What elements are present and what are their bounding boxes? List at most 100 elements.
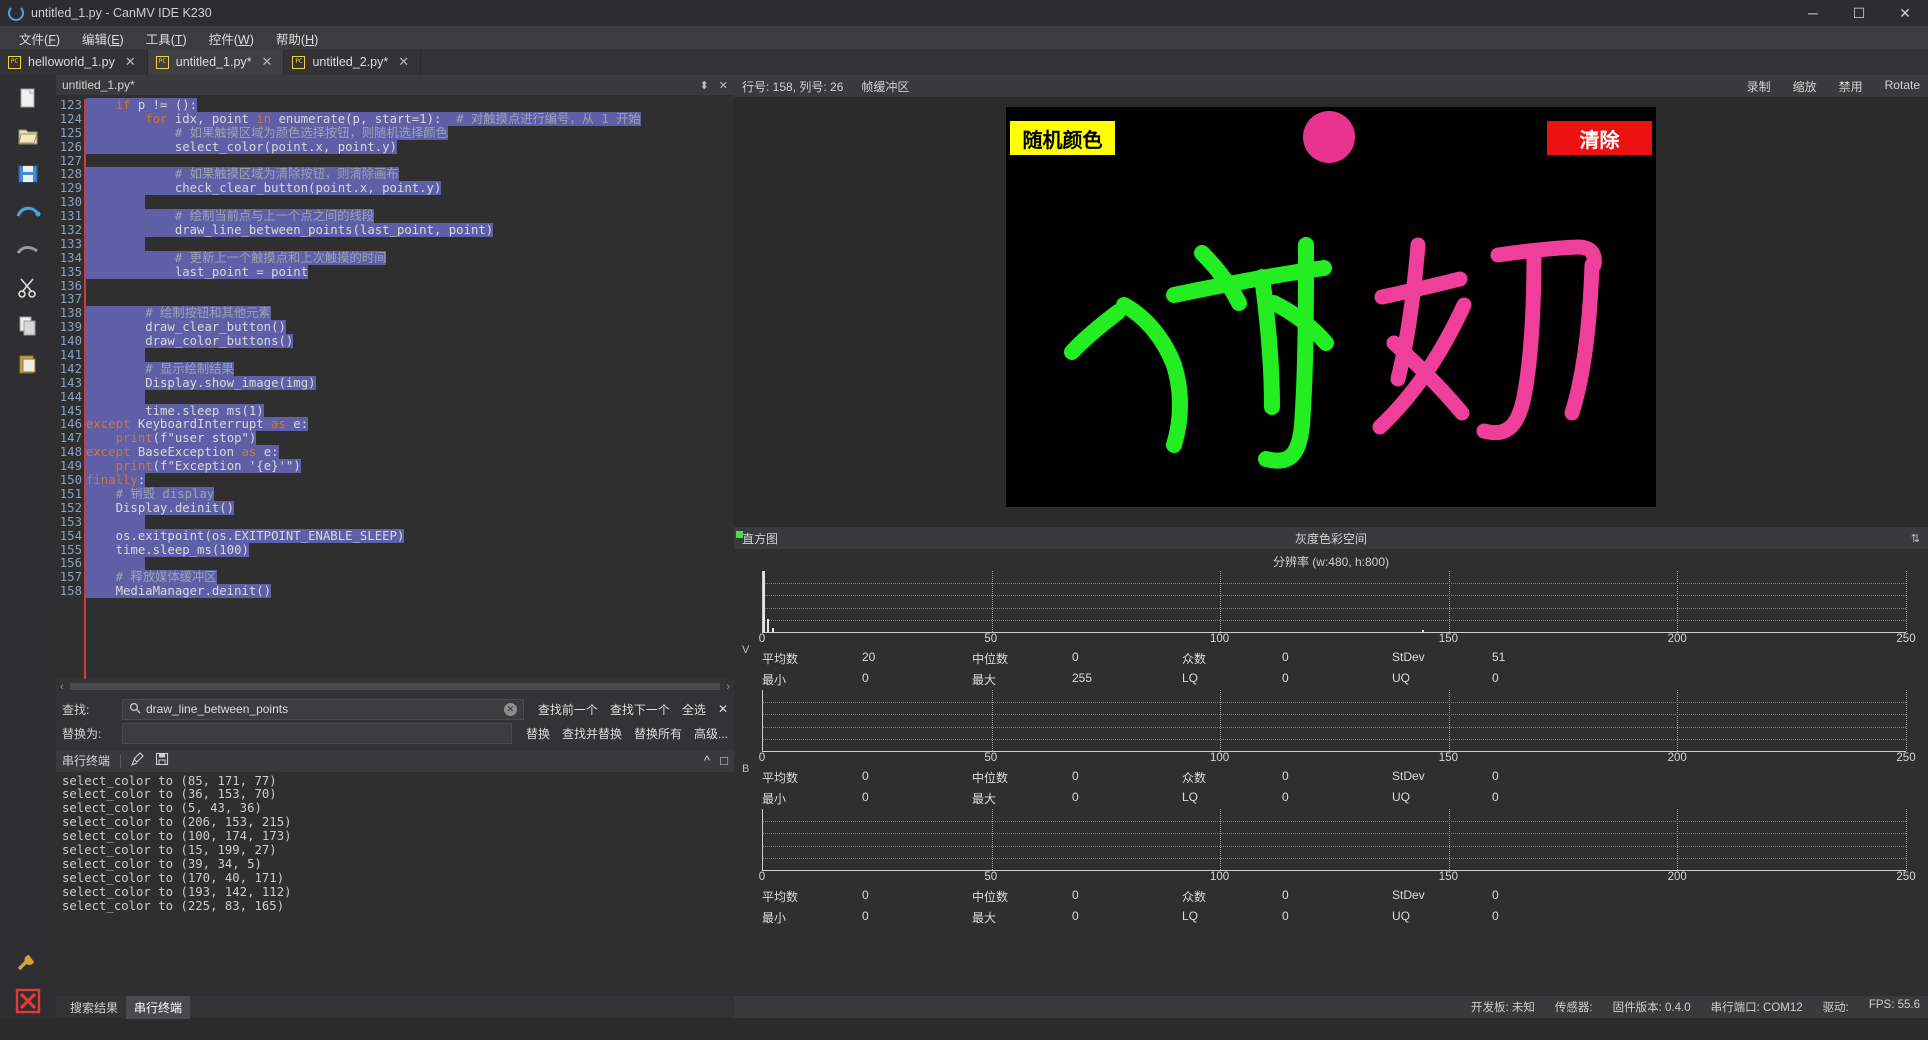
- split-vertical-icon[interactable]: ⬍: [700, 79, 709, 92]
- file-tab-close-icon[interactable]: ✕: [259, 54, 276, 70]
- tools-icon[interactable]: [8, 946, 48, 980]
- code-line[interactable]: draw_line_between_points(last_point, poi…: [86, 223, 734, 238]
- find-select-all-button[interactable]: 全选: [682, 701, 706, 718]
- code-line[interactable]: # 显示绘制结果: [86, 361, 734, 377]
- serial-terminal-output[interactable]: select_color to (85, 171, 77) select_colo…: [56, 771, 734, 996]
- cut-icon[interactable]: [8, 271, 48, 305]
- code-line[interactable]: time.sleep_ms(100): [86, 542, 734, 558]
- code-line[interactable]: # 如果触摸区域为颜色选择按钮，则随机选择颜色: [86, 125, 734, 141]
- replace-all-button[interactable]: 替换所有: [634, 725, 682, 742]
- minimize-button[interactable]: ─: [1790, 0, 1836, 26]
- stat-value: 51: [1492, 650, 1506, 664]
- line-number: 156: [59, 556, 82, 571]
- code-line[interactable]: # 销毁 display: [86, 486, 734, 502]
- code-line[interactable]: [86, 280, 734, 294]
- code-line[interactable]: [86, 514, 734, 530]
- close-button[interactable]: ✕: [1882, 0, 1928, 26]
- find-input[interactable]: draw_line_between_points ✕: [122, 698, 524, 720]
- save-file-icon[interactable]: [8, 157, 48, 191]
- disable-button[interactable]: 禁用: [1839, 78, 1863, 95]
- file-tab-close-icon[interactable]: ✕: [122, 54, 139, 70]
- menu-widgets[interactable]: 控件(W): [198, 27, 265, 50]
- code-line[interactable]: [86, 348, 734, 363]
- tab-serial-terminal[interactable]: 串行终端: [126, 995, 191, 1019]
- code-line[interactable]: # 释放媒体缓冲区: [86, 570, 734, 585]
- chevron-up-icon[interactable]: ^: [704, 753, 710, 768]
- menu-tools[interactable]: 工具(T): [135, 27, 198, 50]
- scroll-thumb[interactable]: [69, 683, 721, 690]
- find-panel-close-icon[interactable]: ✕: [718, 702, 728, 716]
- code-line[interactable]: for idx, point in enumerate(p, start=1):…: [86, 111, 734, 127]
- code-line[interactable]: # 更新上一个触摸点和上次触摸的时间: [86, 250, 734, 266]
- file-tab-untitled-1[interactable]: PC untitled_1.py* ✕: [147, 49, 285, 75]
- replace-button[interactable]: 替换: [526, 725, 550, 742]
- file-tab-untitled-2[interactable]: PC untitled_2.py* ✕: [284, 49, 422, 75]
- advanced-button[interactable]: 高级...: [694, 725, 728, 742]
- connect-icon[interactable]: [8, 195, 48, 229]
- find-and-replace-button[interactable]: 查找并替换: [562, 725, 622, 742]
- code-line[interactable]: Display.show_image(img): [86, 375, 734, 391]
- code-line[interactable]: Display.deinit(): [86, 500, 734, 516]
- gridline-vertical: [991, 809, 993, 870]
- save-icon[interactable]: [155, 752, 169, 769]
- code-line[interactable]: if p != ():: [86, 98, 734, 113]
- scroll-right-icon[interactable]: ›: [726, 681, 730, 693]
- gridline-horizontal: [763, 607, 1906, 609]
- file-tab-helloworld[interactable]: PC helloworld_1.py ✕: [0, 49, 148, 75]
- find-next-button[interactable]: 查找下一个: [610, 701, 670, 718]
- code-line[interactable]: print(f"user stop"): [86, 431, 734, 446]
- code-line[interactable]: draw_clear_button(): [86, 320, 734, 335]
- code-line[interactable]: [86, 236, 734, 252]
- code-line[interactable]: os.exitpoint(os.EXITPOINT_ENABLE_SLEEP): [86, 528, 734, 544]
- code-line[interactable]: time.sleep_ms(1): [86, 403, 734, 419]
- stat-key: 中位数: [972, 890, 1009, 904]
- code-line[interactable]: print(f"Exception '{e}'"): [86, 459, 734, 474]
- code-line[interactable]: finally:: [86, 473, 734, 488]
- paste-icon[interactable]: [8, 347, 48, 381]
- maximize-icon[interactable]: □: [720, 753, 728, 768]
- axis-tick-label: 50: [984, 871, 998, 883]
- device-canvas[interactable]: 随机颜色 清除: [1006, 107, 1656, 507]
- selected-code: draw_color_buttons(): [86, 334, 294, 349]
- code-text-area[interactable]: if p != (): for idx, point in enumerate(…: [86, 95, 734, 679]
- code-line[interactable]: except KeyboardInterrupt as e:: [86, 417, 734, 432]
- menu-file[interactable]: 文件(F): [8, 27, 71, 50]
- menu-help[interactable]: 帮助(H): [265, 27, 329, 50]
- code-editor[interactable]: 123 124 125 126 127 128 129 130 131 132 133 134 135 1…: [56, 95, 734, 679]
- copy-icon[interactable]: [8, 309, 48, 343]
- code-line[interactable]: # 绘制按钮和其他元素: [86, 306, 734, 321]
- stat-cell: StDev 0: [1392, 888, 1602, 905]
- rotate-button[interactable]: Rotate: [1885, 78, 1920, 95]
- channel-axis-label: V: [742, 644, 750, 656]
- code-line[interactable]: MediaManager.deinit(): [86, 584, 734, 599]
- maximize-button[interactable]: ☐: [1836, 0, 1882, 26]
- axis-tick-label: 150: [1438, 752, 1458, 764]
- zoom-button[interactable]: 缩放: [1793, 78, 1817, 95]
- replace-input[interactable]: [122, 722, 512, 744]
- window-title: untitled_1.py - CanMV IDE K230: [31, 6, 212, 20]
- code-line[interactable]: last_point = point: [86, 264, 734, 280]
- code-line[interactable]: check_clear_button(point.x, point.y): [86, 181, 734, 196]
- menu-help-accel: H: [305, 32, 315, 47]
- code-line[interactable]: [86, 389, 734, 405]
- code-line[interactable]: # 如果触摸区域为清除按钮，则清除画布: [86, 167, 734, 182]
- run-icon[interactable]: [8, 233, 48, 267]
- broom-icon[interactable]: [131, 752, 145, 769]
- new-file-icon[interactable]: [8, 81, 48, 115]
- code-line[interactable]: draw_color_buttons(): [86, 334, 734, 349]
- editor-horizontal-scrollbar[interactable]: ‹ ›: [56, 678, 734, 695]
- menu-edit[interactable]: 编辑(E): [71, 27, 135, 50]
- find-previous-button[interactable]: 查找前一个: [538, 701, 598, 718]
- open-file-icon[interactable]: [8, 119, 48, 153]
- file-tab-close-icon[interactable]: ✕: [395, 54, 412, 70]
- code-line[interactable]: except BaseException as e:: [86, 445, 734, 460]
- record-button[interactable]: 录制: [1747, 78, 1771, 95]
- scroll-left-icon[interactable]: ‹: [60, 681, 64, 693]
- stop-icon[interactable]: [8, 984, 48, 1018]
- editor-close-icon[interactable]: ✕: [719, 79, 728, 92]
- code-line[interactable]: # 绘制当前点与上一个点之间的线段: [86, 209, 734, 224]
- find-clear-icon[interactable]: ✕: [503, 702, 517, 716]
- tab-search-results[interactable]: 搜索结果: [62, 996, 126, 1019]
- line-number: 154: [59, 528, 82, 543]
- code-line[interactable]: select_color(point.x, point.y): [86, 139, 734, 155]
